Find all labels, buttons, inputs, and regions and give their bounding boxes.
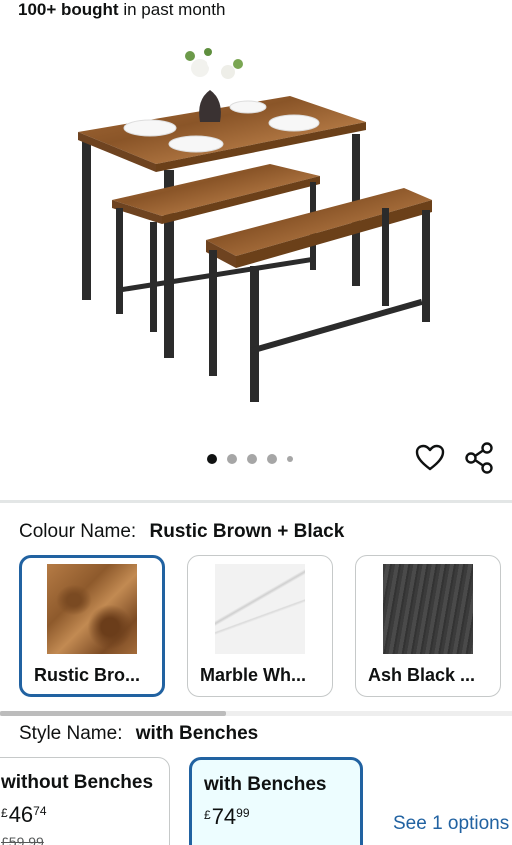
style-option-price: £4674 [1,802,47,828]
marble-white-swatch-image [215,564,305,654]
colour-name-value: Rustic Brown + Black [149,521,345,542]
colour-option-label: Marble Wh... [200,665,307,685]
colour-option-label: Rustic Bro... [34,665,141,685]
style-option-price: £7499 [204,804,250,830]
carousel-dot-2[interactable] [227,454,237,464]
colour-option-rustic-brown[interactable]: Rustic Bro... [19,555,165,697]
colour-scrollbar[interactable] [0,711,512,716]
product-detail-page: 100+ bought in past month Colour Name: R… [0,0,512,845]
carousel-dot-5[interactable] [287,456,293,462]
price-fraction: 99 [236,806,250,820]
ash-black-swatch-image [383,564,473,654]
price-whole: 74 [211,804,237,829]
colour-option-marble-white[interactable]: Marble Wh... [187,555,333,697]
carousel-dot-1[interactable] [207,454,217,464]
rustic-brown-swatch-image [47,564,137,654]
bought-count-text: 100+ bought in past month [18,0,225,20]
carousel-dot-4[interactable] [267,454,277,464]
style-name-value: with Benches [135,723,259,744]
style-option-old-price: £59.99 [1,834,44,845]
style-option-without-benches[interactable]: without Benches £4674 £59.99 [0,757,170,845]
price-currency: £ [1,806,8,820]
style-name-row: Style Name: with Benches [19,722,258,746]
style-option-title: without Benches [1,772,154,793]
see-more-options-link[interactable]: See 1 options with [393,812,512,836]
colour-option-label: Ash Black ... [368,665,476,685]
price-currency: £ [204,808,211,822]
style-option-with-benches[interactable]: with Benches £7499 [189,757,363,845]
share-icon[interactable] [463,441,497,475]
colour-name-row: Colour Name: Rustic Brown + Black [19,520,344,544]
carousel-dots[interactable] [207,452,293,466]
bought-count: 100+ bought [18,0,119,19]
product-image[interactable] [60,30,460,420]
style-name-label: Style Name: [19,723,123,744]
price-fraction: 74 [33,804,47,818]
bought-suffix: in past month [123,0,226,19]
section-divider [0,500,512,503]
price-whole: 46 [8,802,34,827]
carousel-dot-3[interactable] [247,454,257,464]
colour-option-ash-black[interactable]: Ash Black ... [355,555,501,697]
colour-name-label: Colour Name: [19,521,137,542]
style-option-title: with Benches [204,774,327,795]
heart-icon[interactable] [413,441,447,475]
scrollbar-thumb[interactable] [0,711,226,716]
